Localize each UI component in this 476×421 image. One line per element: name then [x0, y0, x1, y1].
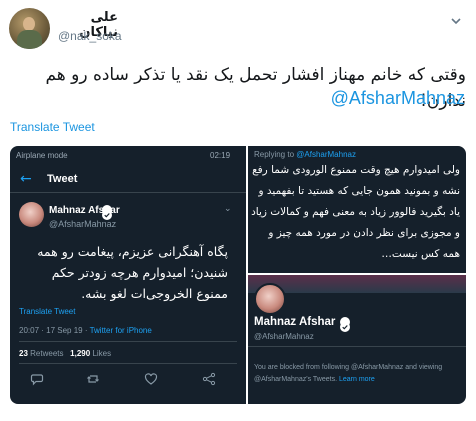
replying-to: Replying to @AfsharMahnaz	[254, 150, 356, 159]
reply-icon	[30, 372, 44, 386]
divider	[10, 192, 246, 193]
blocked-notice: You are blocked from following @AfsharMa…	[254, 364, 443, 383]
back-arrow-icon: ←	[20, 171, 32, 187]
app-title: Tweet	[47, 173, 78, 185]
profile-handle: @AfsharMahnaz	[254, 332, 314, 341]
tweet-media[interactable]: Airplane mode 02:19 ← Tweet Mahnaz Afsha…	[10, 146, 466, 404]
retweet-icon	[86, 372, 100, 386]
divider	[248, 346, 466, 347]
verified-icon	[102, 205, 112, 220]
status-left: Airplane mode	[16, 151, 68, 160]
avatar	[254, 283, 286, 315]
divider	[19, 363, 237, 364]
status-bar: Airplane mode 02:19	[10, 146, 246, 164]
translate-tweet-link[interactable]: Translate Tweet	[10, 120, 95, 134]
chevron-down-icon[interactable]	[450, 12, 462, 25]
reply-text: ولی امیدوارم هیچ وقت ممنوع الورودی شما ر…	[251, 164, 460, 260]
like-icon	[144, 372, 158, 386]
avatar[interactable]	[9, 8, 50, 49]
divider	[19, 341, 237, 342]
avatar	[19, 202, 44, 227]
tweet-mention-link[interactable]: @AfsharMahnaz	[10, 88, 465, 109]
verified-icon	[340, 317, 350, 332]
embedded-author-handle: @AfsharMahnaz	[49, 219, 117, 229]
author-handle[interactable]: @nak_soka	[58, 29, 122, 43]
share-icon	[202, 372, 216, 386]
embedded-tweet-text: پگاه آهنگرانی عزیزم، پیغامت رو همه شنیدن…	[37, 244, 228, 301]
embedded-stats: 23 Retweets 1,290 Likes	[19, 349, 112, 358]
profile-name: Mahnaz Afshar	[254, 316, 336, 328]
embedded-timestamp: 20:07 · 17 Sep 19 · Twitter for iPhone	[19, 326, 152, 335]
app-bar: ← Tweet	[10, 164, 246, 192]
chevron-down-icon: ⌄	[224, 204, 232, 214]
embedded-translate-link: Translate Tweet	[19, 307, 76, 316]
status-time: 02:19	[210, 151, 231, 160]
